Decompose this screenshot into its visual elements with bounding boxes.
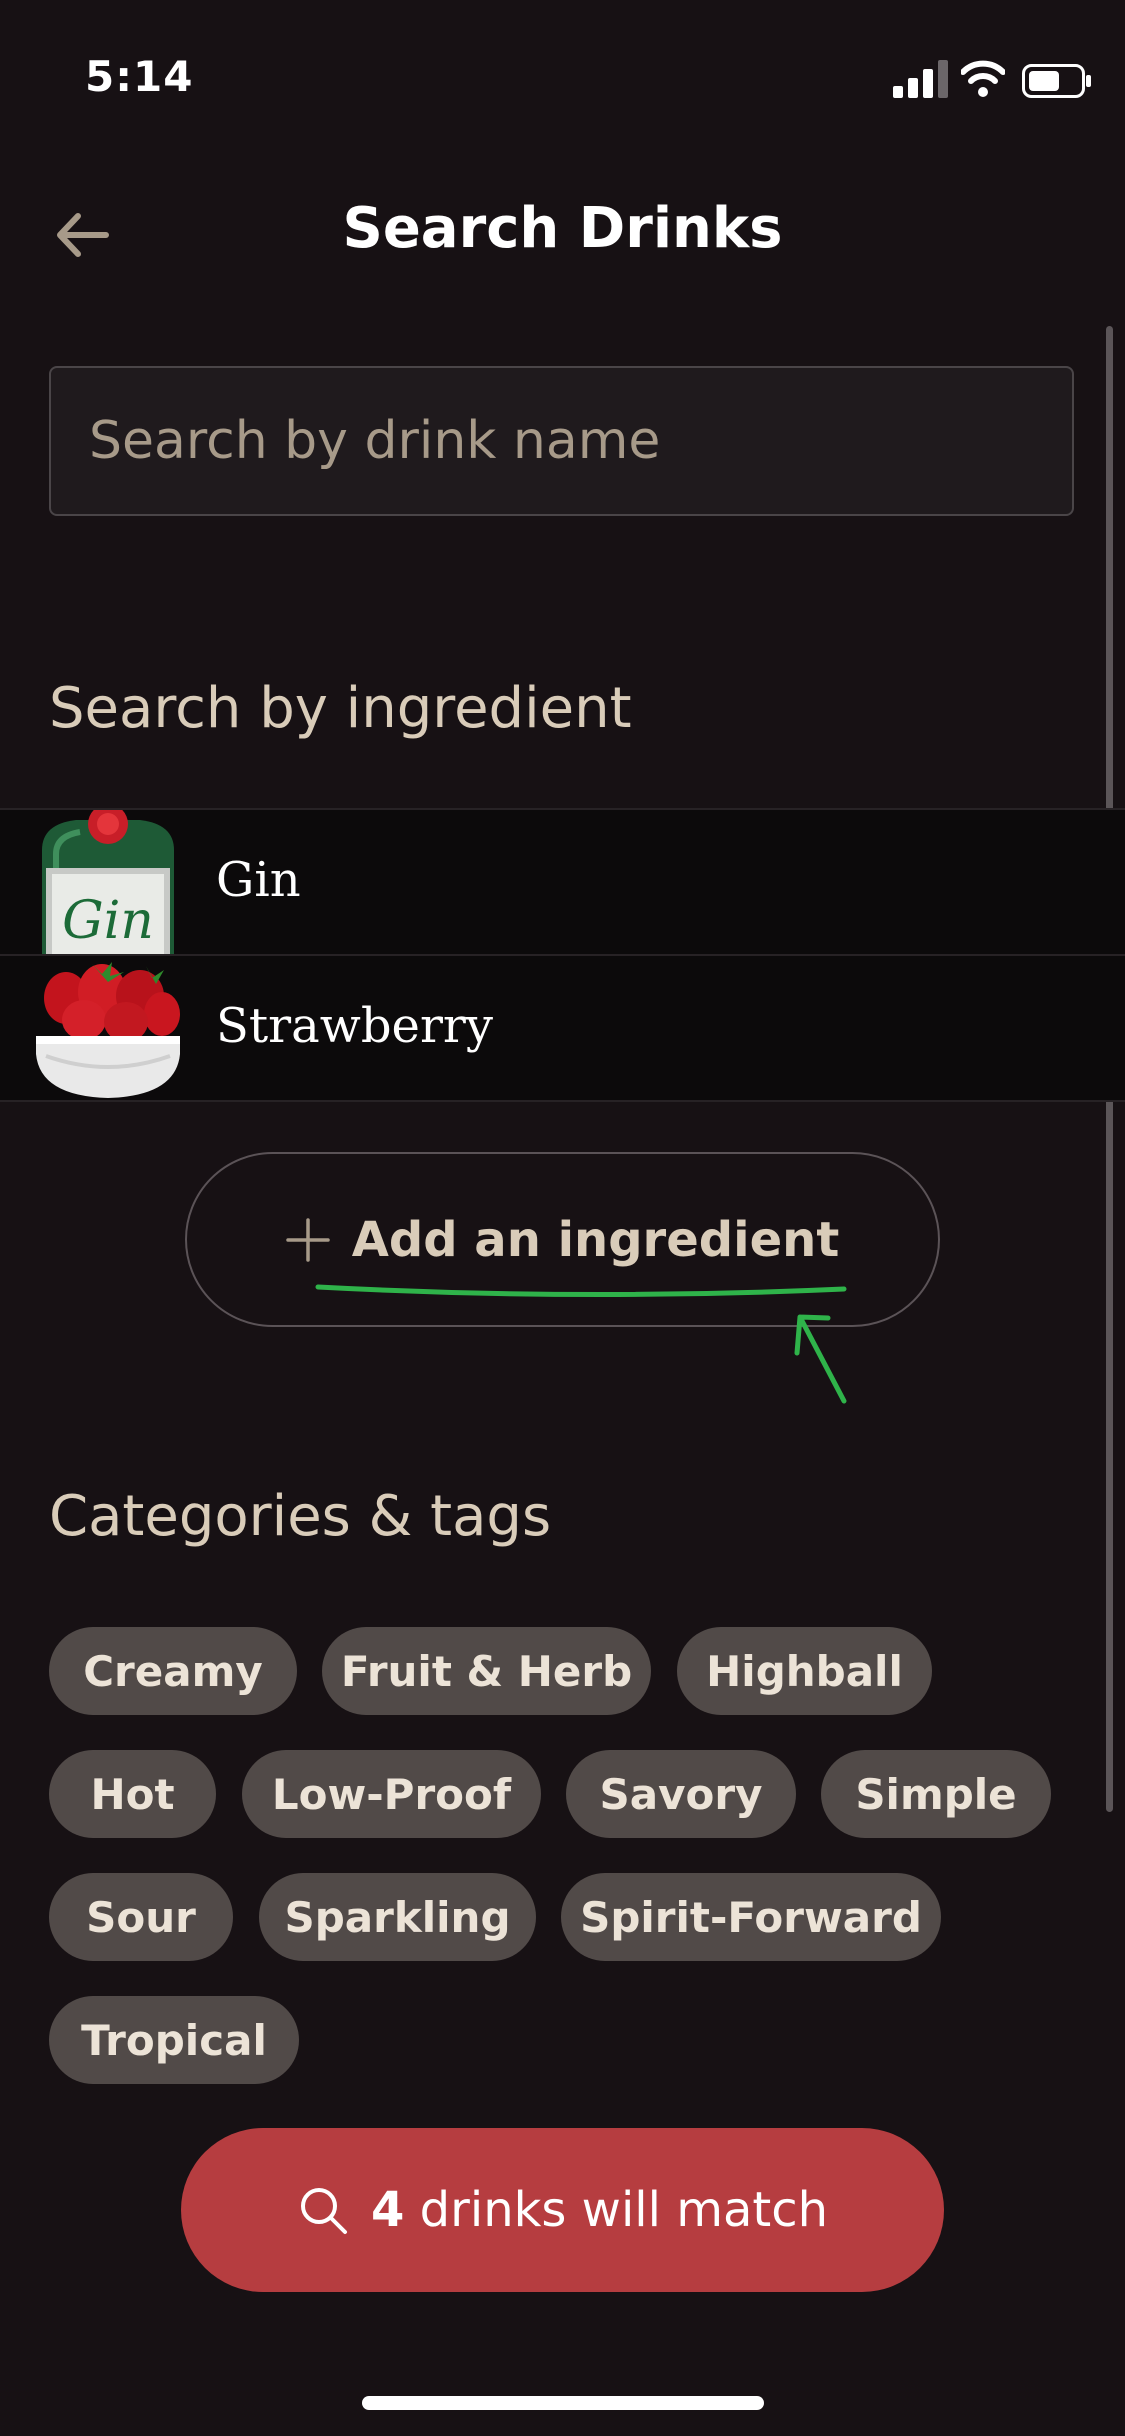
ingredient-row-gin[interactable]: Gin Gin xyxy=(0,808,1125,954)
tag-tropical[interactable]: Tropical xyxy=(49,1996,299,2084)
svg-text:Gin: Gin xyxy=(62,891,154,951)
search-input[interactable] xyxy=(51,368,1072,514)
tag-low-proof[interactable]: Low-Proof xyxy=(242,1750,541,1838)
tag-fruit-herb[interactable]: Fruit & Herb xyxy=(322,1627,651,1715)
cellular-signal-icon xyxy=(893,60,948,98)
tag-highball[interactable]: Highball xyxy=(677,1627,932,1715)
tag-creamy[interactable]: Creamy xyxy=(49,1627,297,1715)
ingredient-row-strawberry[interactable]: Strawberry xyxy=(0,954,1125,1102)
ingredients-heading: Search by ingredient xyxy=(49,676,632,741)
tag-savory[interactable]: Savory xyxy=(566,1750,796,1838)
categories-heading: Categories & tags xyxy=(49,1484,552,1549)
gin-bottle-icon: Gin xyxy=(36,810,180,954)
tag-sour[interactable]: Sour xyxy=(49,1873,233,1961)
search-field[interactable] xyxy=(49,366,1074,516)
add-ingredient-button[interactable]: Add an ingredient xyxy=(185,1152,940,1327)
wifi-icon xyxy=(961,60,1005,97)
search-icon xyxy=(300,2188,347,2234)
match-label: drinks will match xyxy=(419,2182,829,2238)
ingredient-name: Gin xyxy=(216,852,301,908)
home-indicator[interactable] xyxy=(362,2396,764,2410)
match-results-button[interactable]: 4 drinks will match xyxy=(181,2128,944,2292)
status-time: 5:14 xyxy=(85,52,194,101)
add-ingredient-label: Add an ingredient xyxy=(351,1211,840,1268)
battery-icon xyxy=(1022,64,1091,98)
page-title: Search Drinks xyxy=(342,196,783,261)
strawberry-bowl-icon xyxy=(36,956,180,1100)
plus-icon xyxy=(285,1217,330,1262)
tag-hot[interactable]: Hot xyxy=(49,1750,216,1838)
ingredient-name: Strawberry xyxy=(216,998,493,1054)
tag-sparkling[interactable]: Sparkling xyxy=(259,1873,536,1961)
match-count: 4 xyxy=(370,2182,405,2238)
tag-simple[interactable]: Simple xyxy=(821,1750,1051,1838)
tag-spirit-forward[interactable]: Spirit-Forward xyxy=(561,1873,941,1961)
